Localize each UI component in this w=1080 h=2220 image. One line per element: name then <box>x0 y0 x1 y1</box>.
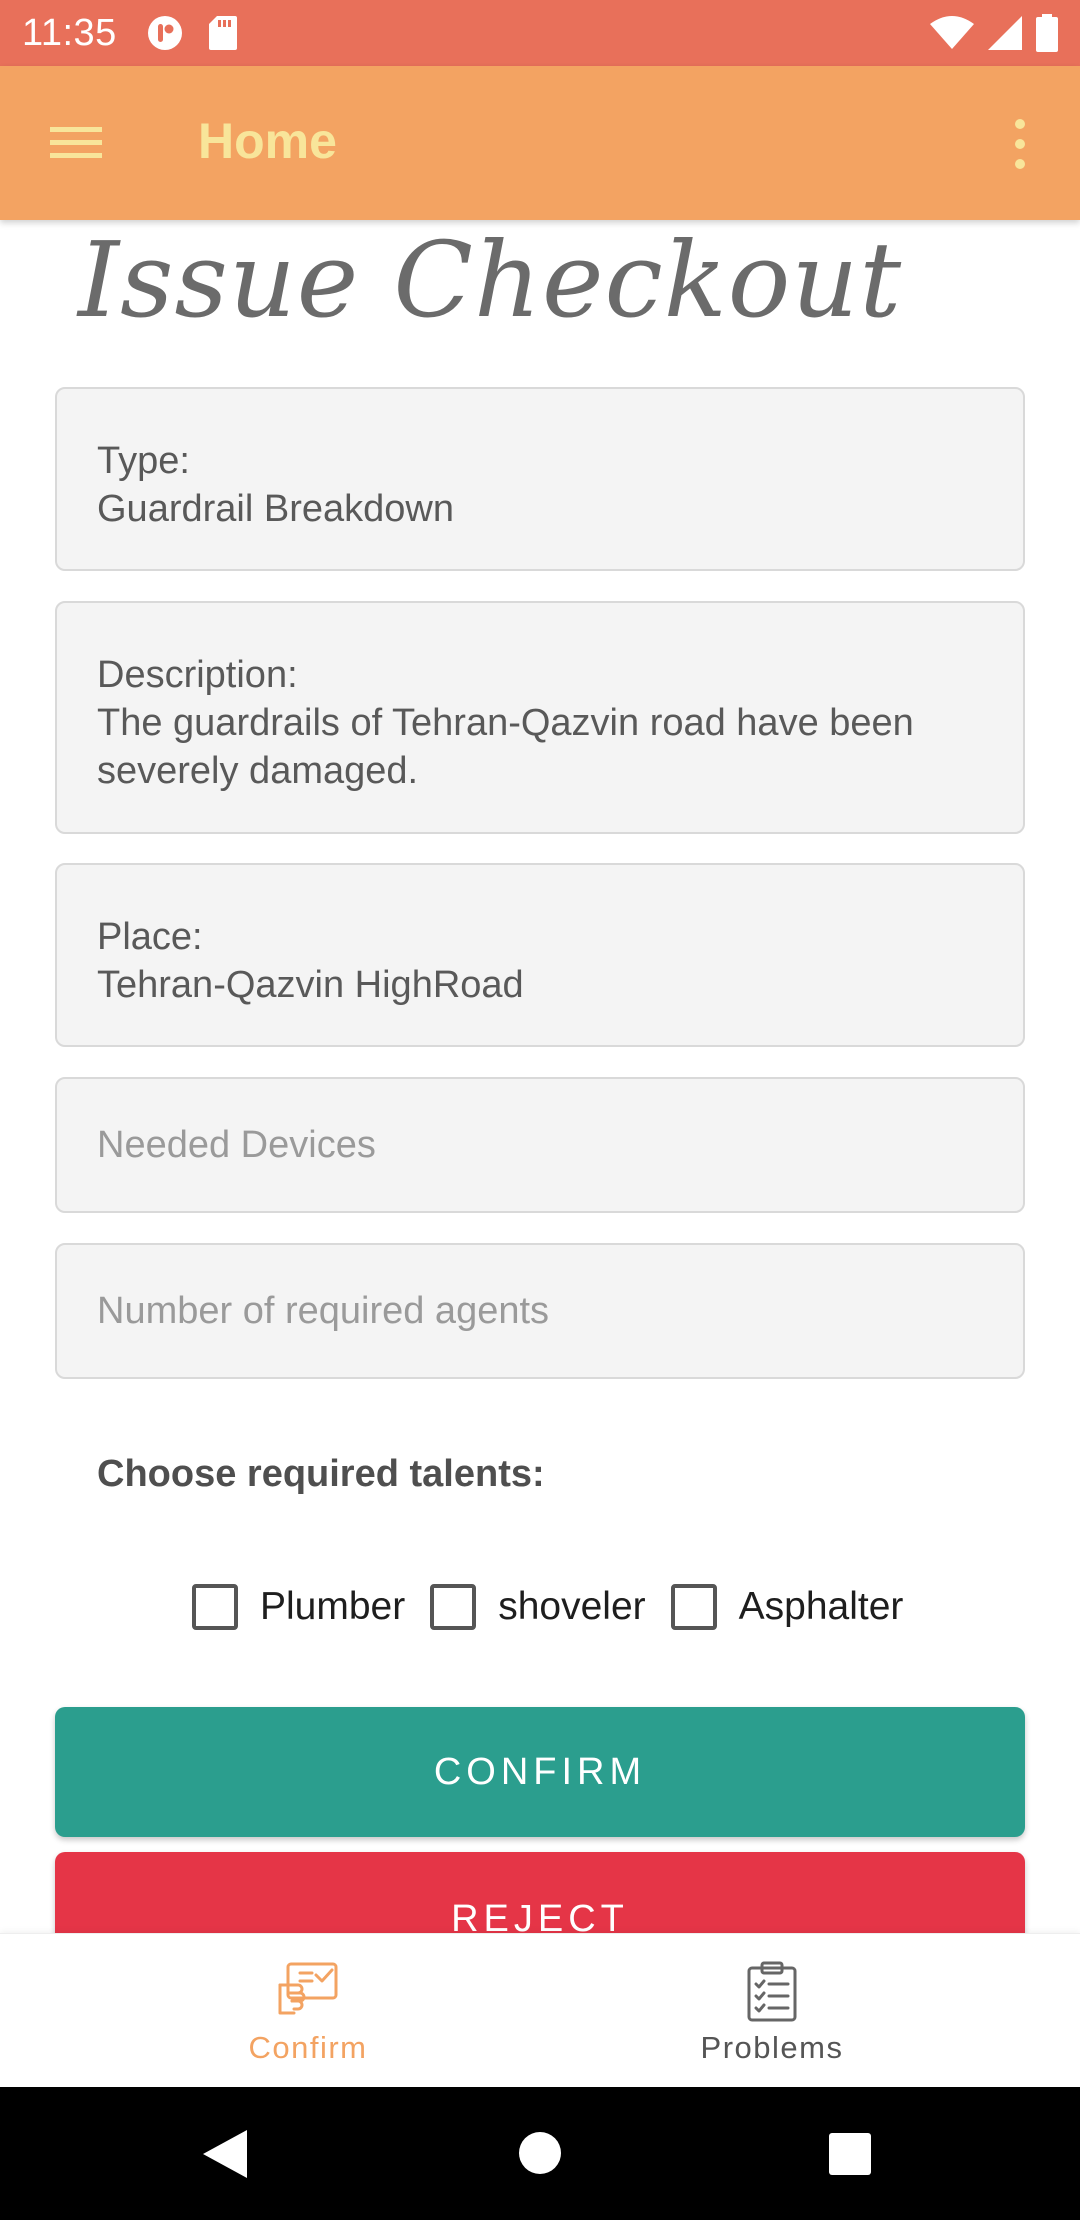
app-bar-title: Home <box>198 113 337 169</box>
bottom-nav-problems[interactable]: Problems <box>622 1934 922 2088</box>
bottom-nav-confirm-label: Confirm <box>248 2030 368 2065</box>
hamburger-menu-icon[interactable] <box>48 121 104 165</box>
more-vert-icon[interactable] <box>1002 116 1038 172</box>
issue-place-card: Place: Tehran-Qazvin HighRoad <box>55 863 1025 1047</box>
talent-asphalter[interactable]: Asphalter <box>670 1584 904 1630</box>
battery-icon <box>1036 14 1058 52</box>
bottom-nav-problems-label: Problems <box>700 2030 844 2065</box>
issue-type-label: Type: <box>97 440 190 482</box>
issue-type-card: Type: Guardrail Breakdown <box>55 387 1025 571</box>
status-system-icons <box>930 14 1058 52</box>
status-notification-icons <box>147 15 237 51</box>
talent-shoveler-label: shoveler <box>498 1585 646 1628</box>
talent-plumber[interactable]: Plumber <box>192 1584 405 1630</box>
reject-button[interactable]: REJECT <box>55 1852 1025 1933</box>
talent-plumber-label: Plumber <box>260 1585 406 1628</box>
main-content: Issue Checkout Type: Guardrail Breakdown… <box>0 220 1080 1933</box>
page-title: Issue Checkout <box>78 220 903 341</box>
issue-type-value: Guardrail Breakdown <box>97 488 454 530</box>
talents-checkbox-group: Plumber shoveler Asphalter <box>192 1584 903 1630</box>
talent-shoveler[interactable]: shoveler <box>430 1584 646 1630</box>
issue-place-value: Tehran-Qazvin HighRoad <box>97 964 524 1006</box>
bottom-navigation: Confirm Problems <box>0 1933 1080 2087</box>
app-bar: Home <box>0 66 1080 220</box>
needed-devices-input[interactable] <box>55 1077 1025 1213</box>
status-time: 11:35 <box>22 11 117 54</box>
talent-asphalter-label: Asphalter <box>738 1585 904 1628</box>
plumber-checkbox[interactable] <box>192 1584 238 1630</box>
sd-card-icon <box>208 16 237 50</box>
issue-place-label: Place: <box>97 916 203 958</box>
issue-description-label: Description: <box>97 654 298 696</box>
recents-icon[interactable] <box>829 2133 871 2175</box>
asphalter-checkbox[interactable] <box>670 1584 717 1630</box>
shoveler-checkbox[interactable] <box>430 1584 477 1630</box>
wifi-icon <box>930 16 974 49</box>
cellular-signal-icon <box>988 16 1022 50</box>
issue-description-value: The guardrails of Tehran-Qazvin road hav… <box>97 702 914 792</box>
required-agents-input[interactable] <box>55 1243 1025 1379</box>
status-bar: 11:35 <box>0 0 1080 66</box>
home-icon[interactable] <box>519 2132 561 2174</box>
back-icon[interactable] <box>203 2130 247 2178</box>
issue-description-card: Description: The guardrails of Tehran-Qa… <box>55 601 1025 834</box>
talents-label: Choose required talents: <box>97 1453 545 1495</box>
clipboard-checklist-icon <box>747 1961 797 2022</box>
confirm-button[interactable]: CONFIRM <box>55 1707 1025 1837</box>
notification-app-icon <box>147 16 182 50</box>
confirm-hand-icon <box>278 1962 338 2015</box>
system-navigation-bar <box>0 2087 1080 2220</box>
bottom-nav-confirm[interactable]: Confirm <box>158 1934 458 2088</box>
